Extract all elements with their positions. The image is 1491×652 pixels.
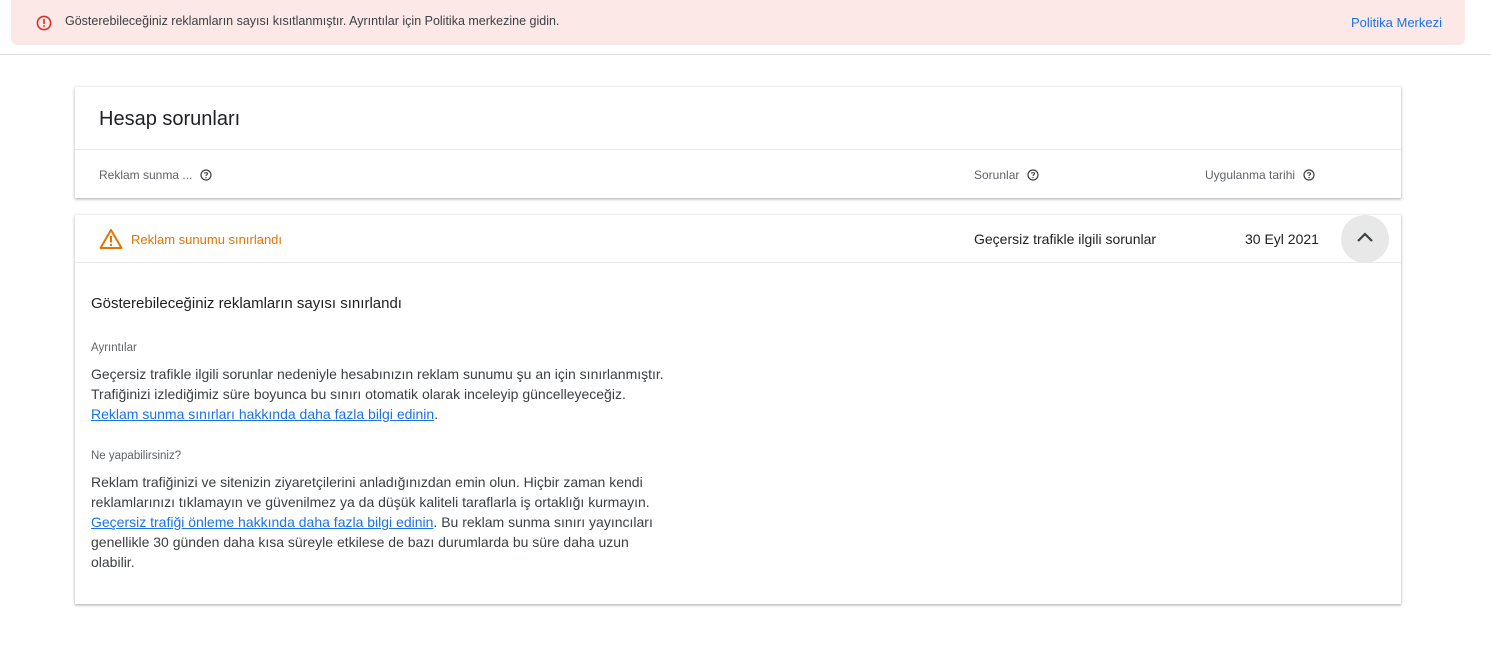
ad-serving-limits-link[interactable]: Reklam sunma sınırları hakkında daha faz… xyxy=(91,406,434,422)
header-divider xyxy=(0,54,1491,55)
chevron-up-icon xyxy=(1356,230,1374,248)
details-paragraph: Geçersiz trafikle ilgili sorunlar nedeni… xyxy=(91,364,671,424)
issue-problem: Geçersiz trafikle ilgili sorunlar xyxy=(974,231,1157,247)
details-text-end: . xyxy=(434,406,439,422)
alert-message: Gösterebileceğiniz reklamların sayısı kı… xyxy=(65,14,560,28)
error-circle-icon xyxy=(36,15,52,31)
details-text: Geçersiz trafikle ilgili sorunlar nedeni… xyxy=(91,366,664,402)
issue-detail: Gösterebileceğiniz reklamların sayısı sı… xyxy=(91,295,671,572)
issue-status: Reklam sunumu sınırlandı xyxy=(131,232,283,247)
what-to-do-label: Ne yapabilirsiniz? xyxy=(91,450,182,462)
divider xyxy=(75,149,1401,150)
column-label: Sorunlar xyxy=(974,168,1020,182)
help-circle-icon[interactable] xyxy=(1303,169,1315,181)
what-text: Reklam trafiğinizi ve sitenizin ziyaretç… xyxy=(91,474,650,510)
detail-title: Gösterebileceğiniz reklamların sayısı sı… xyxy=(91,295,402,312)
account-issues-card: Hesap sorunları Reklam sunma ... Sorunla… xyxy=(75,87,1401,198)
policy-center-link[interactable]: Politika Merkezi xyxy=(1351,15,1442,30)
issue-row[interactable]: Reklam sunumu sınırlandı Geçersiz trafik… xyxy=(75,215,1401,263)
details-label: Ayrıntılar xyxy=(91,342,137,354)
issue-date: 30 Eyl 2021 xyxy=(1245,231,1319,247)
help-circle-icon[interactable] xyxy=(1027,169,1039,181)
column-header-ad-serving: Reklam sunma ... xyxy=(99,168,212,182)
collapse-button[interactable] xyxy=(1341,215,1389,263)
column-header-applied-date: Uygulanma tarihi xyxy=(1205,168,1315,182)
policy-alert-banner: Gösterebileceğiniz reklamların sayısı kı… xyxy=(11,0,1465,45)
page-title: Hesap sorunları xyxy=(99,108,241,130)
column-label: Uygulanma tarihi xyxy=(1205,168,1296,182)
help-circle-icon[interactable] xyxy=(200,169,212,181)
issue-card: Reklam sunumu sınırlandı Geçersiz trafik… xyxy=(75,215,1401,604)
column-header-issues: Sorunlar xyxy=(974,168,1039,182)
what-to-do-paragraph: Reklam trafiğinizi ve sitenizin ziyaretç… xyxy=(91,472,671,572)
invalid-traffic-link[interactable]: Geçersiz trafiği önleme hakkında daha fa… xyxy=(91,514,433,530)
warning-triangle-icon xyxy=(99,228,123,250)
column-label: Reklam sunma ... xyxy=(99,168,193,182)
